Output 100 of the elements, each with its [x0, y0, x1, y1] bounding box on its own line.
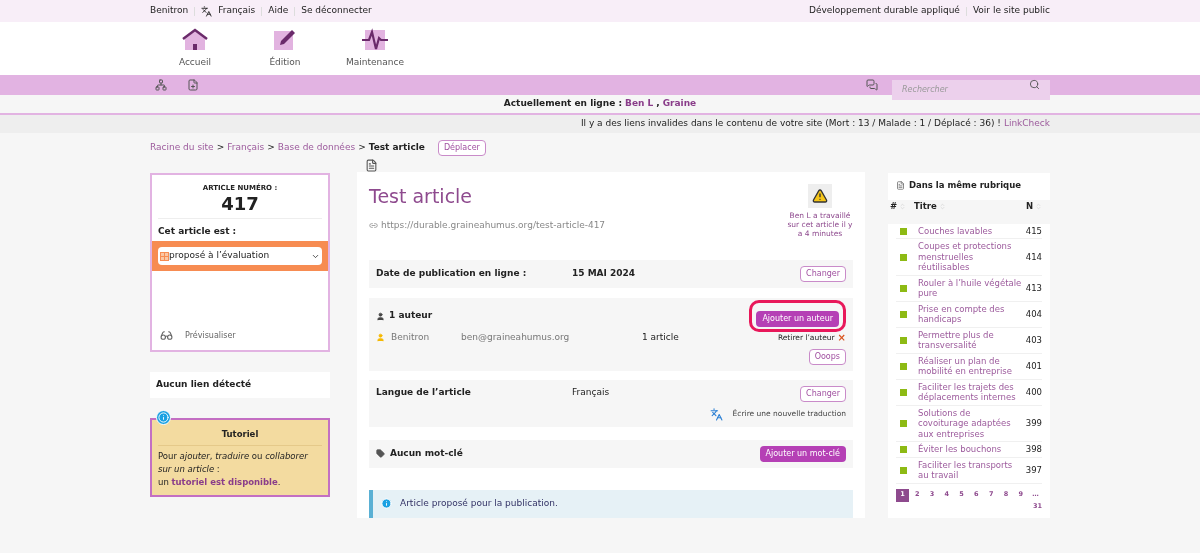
status-square [900, 388, 907, 396]
article-link[interactable]: Réaliser un plan de mobilité en entreprise [918, 355, 1022, 377]
broken-links-warning: Il y a des liens invalides dans le contenu de votre site (Mort : 13 / Malade : 1 / Déplacé : 36) ! [580, 117, 1001, 131]
authors-count: 1 auteur [389, 309, 434, 323]
article-number-cell-text: 404 [1024, 309, 1042, 320]
breadcrumb-separator: > [216, 141, 225, 155]
status-square [900, 284, 907, 292]
translate-icon [201, 5, 213, 17]
user-link[interactable]: Ben L [625, 97, 654, 111]
article-link[interactable]: Rouler à l’huile végétale pure [918, 277, 1022, 299]
status-select[interactable]: proposé à l’évaluation [158, 247, 322, 265]
separator: , [656, 97, 660, 111]
breadcrumb-separator: > [358, 141, 366, 155]
date-label: Date de publication en ligne : [376, 267, 528, 281]
top-bar-link[interactable]: Développement durable appliqué [809, 4, 960, 18]
tutorial-link[interactable]: tutoriel est disponible [171, 477, 278, 487]
person-icon [376, 311, 385, 321]
pencil-icon [272, 27, 298, 52]
column-header[interactable]: Titre [914, 199, 937, 213]
info-icon [381, 498, 392, 509]
article-number: 417 [158, 193, 322, 219]
tag-icon [376, 449, 385, 458]
document-icon [896, 180, 905, 190]
article-number-cell-text: 415 [1024, 225, 1042, 237]
top-bar-link[interactable]: Benitron [150, 4, 189, 18]
article-number-cell-text: 398 [1024, 444, 1042, 455]
column-header[interactable]: N [1026, 199, 1034, 213]
article-link[interactable]: Faciliter les trajets des déplacements internes [918, 381, 1022, 403]
article-link[interactable]: Faciliter les transports au travail [918, 459, 1022, 481]
house-icon [182, 27, 208, 52]
breadcrumb-link[interactable]: Base de données [277, 141, 356, 155]
article-number-cell-text: 401 [1024, 361, 1042, 372]
add-author-button[interactable]: Ajouter un auteur [756, 311, 839, 327]
status-square [900, 336, 907, 344]
article-link[interactable]: Solutions de covoiturage adaptées aux entreprises [918, 407, 1022, 440]
article-number-cell-text: 403 [1024, 335, 1042, 346]
breadcrumb-link[interactable]: Français [227, 141, 265, 155]
article-link[interactable]: Coupes et protections menstruelles réutilisables [918, 241, 1022, 273]
top-bar-link[interactable]: Se déconnecter [301, 4, 372, 18]
column-header[interactable]: # [890, 199, 898, 213]
article-number-cell-text: 400 [1024, 387, 1042, 398]
main-nav-item[interactable]: Édition [250, 22, 320, 75]
tutorial-text: Pour ajouter, traduire ou collaborer sur un article : [158, 450, 309, 476]
status-square [900, 253, 907, 261]
search-field[interactable]: Rechercher [892, 79, 1050, 100]
top-bar-link[interactable]: Voir le site public [972, 4, 1050, 18]
status-square [900, 227, 907, 235]
preview-link[interactable]: Prévisualiser [160, 329, 320, 342]
date-value: 15 MAI 2024 [572, 267, 637, 281]
user-link[interactable]: Graine [662, 97, 697, 111]
search-icon[interactable] [1029, 79, 1040, 90]
change-button[interactable]: Changer [800, 385, 846, 402]
author-name: Benitron [391, 331, 431, 344]
top-bar-link[interactable]: Aide [268, 4, 289, 18]
warning-badge [808, 184, 832, 208]
article-count: 1 article [642, 331, 680, 344]
grid-icon [160, 251, 169, 261]
breadcrumb-link[interactable]: Racine du site [150, 141, 214, 155]
linkcheck-link[interactable]: LinkCheck [1003, 117, 1050, 131]
keywords-label: Aucun mot-clé [390, 446, 464, 460]
main-nav-item[interactable]: Maintenance [340, 22, 410, 75]
language-value: Français [572, 385, 611, 399]
status-square [900, 446, 907, 453]
status-square [900, 310, 907, 318]
move-button[interactable]: Déplacer [437, 140, 486, 156]
remove-icon[interactable]: × [837, 332, 846, 343]
breadcrumb-separator: > [267, 141, 275, 155]
change-button[interactable]: Changer [800, 266, 846, 282]
article-link[interactable]: Éviter les bouchons [918, 444, 1022, 455]
translate-icon [709, 407, 723, 421]
article-title: Test article [369, 184, 474, 209]
tutorial-link-line: un tutoriel est disponible. [158, 476, 282, 489]
pulse-icon [362, 27, 388, 52]
top-bar-link[interactable]: Français [218, 4, 256, 18]
article-number-cell-text: 399 [1024, 418, 1042, 429]
undo-button[interactable]: Ooops [808, 348, 846, 365]
status-square [900, 362, 907, 370]
article-link[interactable]: Permettre plus de transversalité [918, 329, 1022, 351]
status-square [900, 420, 907, 427]
status-square [900, 466, 907, 474]
add-keyword-button[interactable]: Ajouter un mot-clé [759, 445, 846, 462]
article-number-cell-text: 397 [1024, 465, 1042, 476]
article-link[interactable]: Prise en compte des handicaps [918, 303, 1022, 325]
main-nav-item[interactable]: Accueil [160, 22, 230, 75]
status-label: Cet article est : [158, 224, 238, 238]
new-document-icon[interactable] [187, 79, 199, 91]
links-status: Aucun lien détecté [156, 378, 252, 392]
link-icon [369, 220, 378, 230]
article-link[interactable]: Couches lavables [918, 225, 1022, 237]
card-title: Dans la même rubrique [909, 179, 1021, 192]
tree-icon[interactable] [155, 79, 167, 91]
article-number-cell-text: 414 [1024, 251, 1042, 263]
author-email: ben@graineahumus.org [461, 331, 571, 344]
online-label: Actuellement en ligne : [503, 97, 622, 111]
breadcrumb-current: Test article [368, 141, 425, 155]
chat-icon[interactable] [866, 79, 878, 91]
person-icon [376, 333, 385, 343]
article-url[interactable]: https://durable.graineahumus.org/test-article-417 [381, 218, 606, 232]
article-number-cell-text: 413 [1024, 283, 1042, 294]
language-label: Langue de l’article [376, 385, 472, 399]
